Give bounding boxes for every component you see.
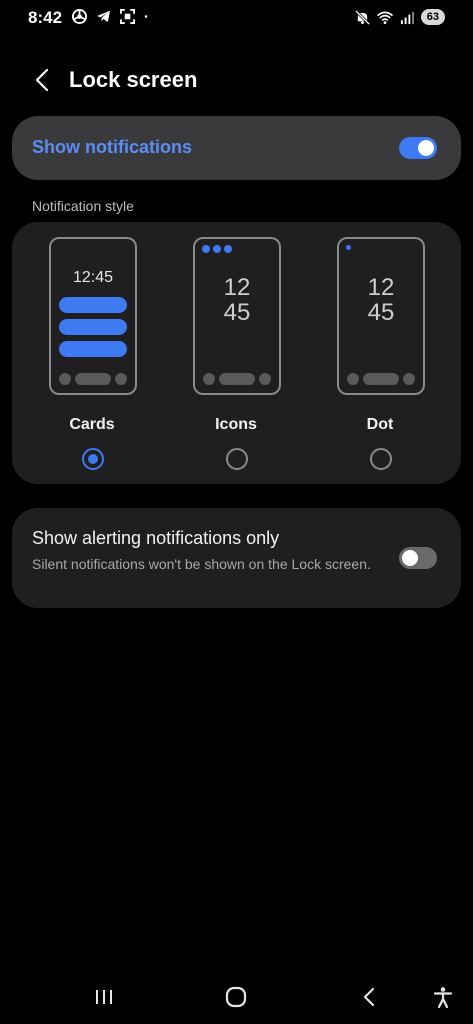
back-arrow-icon — [35, 68, 49, 92]
icons-preview-hour: 12 — [223, 274, 251, 301]
show-notifications-row[interactable]: Show notifications — [12, 116, 461, 180]
cards-preview[interactable]: 12:45 — [49, 237, 137, 395]
preview-dot — [59, 373, 71, 385]
preview-dot — [347, 373, 359, 385]
home-button[interactable] — [221, 982, 251, 1012]
card-pill — [59, 297, 127, 313]
mute-icon — [354, 9, 370, 25]
chrome-icon — [72, 9, 87, 24]
icons-label: Icons — [215, 416, 257, 433]
screenshot-icon — [120, 9, 135, 24]
nav-back-button[interactable] — [354, 982, 384, 1012]
mini-dot-indicator — [346, 245, 351, 250]
toggle-knob — [402, 550, 418, 566]
dot-preview-hour: 12 — [367, 274, 395, 301]
style-option-dot[interactable]: 12 45 Dot — [320, 222, 440, 484]
back-icon — [363, 987, 375, 1007]
accessibility-icon — [433, 987, 453, 1008]
notification-style-label: Notification style — [32, 198, 134, 214]
dot-radio[interactable] — [370, 448, 392, 470]
recents-icon — [96, 990, 112, 1004]
cards-label: Cards — [69, 416, 115, 433]
preview-bar — [75, 373, 111, 385]
telegram-icon — [96, 10, 111, 23]
back-button[interactable] — [26, 62, 58, 98]
signal-icon — [400, 11, 414, 24]
page-title: Lock screen — [69, 67, 198, 92]
preview-dot — [259, 373, 271, 385]
card-pill — [59, 319, 127, 335]
preview-bottom-bar — [347, 373, 415, 385]
show-notifications-toggle[interactable] — [399, 137, 437, 159]
wifi-icon — [376, 11, 393, 24]
dot-label: Dot — [366, 416, 394, 433]
recents-button[interactable] — [89, 982, 119, 1012]
home-icon — [225, 986, 247, 1008]
app-header: Lock screen — [0, 58, 473, 102]
accessibility-button[interactable] — [428, 982, 458, 1012]
alerting-only-toggle[interactable] — [399, 547, 437, 569]
preview-bar — [363, 373, 399, 385]
dot-icon — [144, 15, 148, 18]
battery-icon: 63 — [420, 9, 445, 25]
preview-dot — [203, 373, 215, 385]
preview-dot — [115, 373, 127, 385]
icons-radio[interactable] — [226, 448, 248, 470]
preview-bar — [219, 373, 255, 385]
dot-preview[interactable]: 12 45 — [337, 237, 425, 395]
toggle-knob — [418, 140, 434, 156]
alerting-only-row[interactable]: Show alerting notifications only Silent … — [12, 508, 461, 608]
alerting-only-title: Show alerting notifications only — [32, 528, 280, 548]
alerting-only-subtitle: Silent notifications won't be shown on t… — [32, 556, 371, 572]
style-option-cards[interactable]: 12:45 Cards — [32, 222, 152, 484]
show-notifications-label: Show notifications — [32, 137, 192, 157]
navigation-bar — [0, 970, 473, 1024]
status-bar: 8:42 63 — [0, 0, 473, 38]
card-pill — [59, 341, 127, 357]
cards-radio[interactable] — [82, 448, 104, 470]
preview-bottom-bar — [59, 373, 127, 385]
status-left-icons — [72, 9, 152, 24]
icons-preview-minute: 45 — [223, 299, 251, 326]
status-time: 8:42 — [28, 8, 63, 27]
dot-preview-minute: 45 — [367, 299, 395, 326]
cards-preview-time: 12:45 — [72, 269, 114, 286]
mini-icon-dot — [202, 245, 210, 253]
mini-icon-dot — [213, 245, 221, 253]
status-right-icons: 63 — [354, 9, 445, 25]
style-option-icons[interactable]: 12 45 Icons — [176, 222, 296, 484]
preview-dot — [403, 373, 415, 385]
icons-preview[interactable]: 12 45 — [193, 237, 281, 395]
preview-bottom-bar — [203, 373, 271, 385]
notification-style-card: 12:45 Cards 12 45 Icons 12 45 Dot — [12, 222, 461, 484]
mini-icon-dot — [224, 245, 232, 253]
